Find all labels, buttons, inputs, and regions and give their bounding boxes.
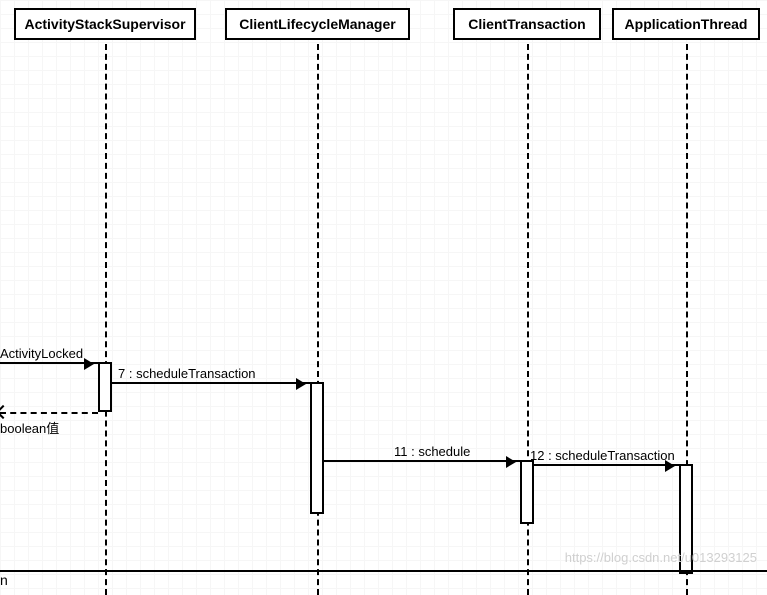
- message-return-boolean: [0, 412, 98, 414]
- lifeline-ass: [105, 44, 107, 595]
- participant-activitystacksupervisor: ActivityStackSupervisor: [14, 8, 196, 40]
- message-7-scheduletransaction: 7 : scheduleTransaction: [112, 382, 310, 384]
- participant-clienttransaction: ClientTransaction: [453, 8, 601, 40]
- message-label: ActivityLocked: [0, 346, 83, 361]
- participant-label: ActivityStackSupervisor: [24, 16, 185, 32]
- message-label: 12 : scheduleTransaction: [530, 448, 675, 463]
- participant-applicationthread: ApplicationThread: [612, 8, 760, 40]
- activation-ass: [98, 362, 112, 412]
- watermark: https://blog.csdn.net/u013293125: [565, 550, 757, 565]
- participant-label: ClientTransaction: [468, 16, 585, 32]
- message-activitylocked: ActivityLocked: [0, 362, 98, 364]
- message-11-schedule: 11 : schedule: [324, 460, 520, 462]
- participant-clientlifecyclemanager: ClientLifecycleManager: [225, 8, 410, 40]
- activation-at: [679, 464, 693, 574]
- activation-clm: [310, 382, 324, 514]
- activation-ct: [520, 460, 534, 524]
- message-label: 7 : scheduleTransaction: [118, 366, 256, 381]
- message-12-scheduletransaction: 12 : scheduleTransaction: [534, 464, 679, 466]
- n-label: n: [0, 572, 8, 588]
- participant-label: ClientLifecycleManager: [239, 16, 395, 32]
- bottom-divider: [0, 570, 767, 572]
- message-label: 11 : schedule: [394, 444, 470, 459]
- message-return-label: boolean值: [0, 418, 59, 437]
- participant-label: ApplicationThread: [625, 16, 748, 32]
